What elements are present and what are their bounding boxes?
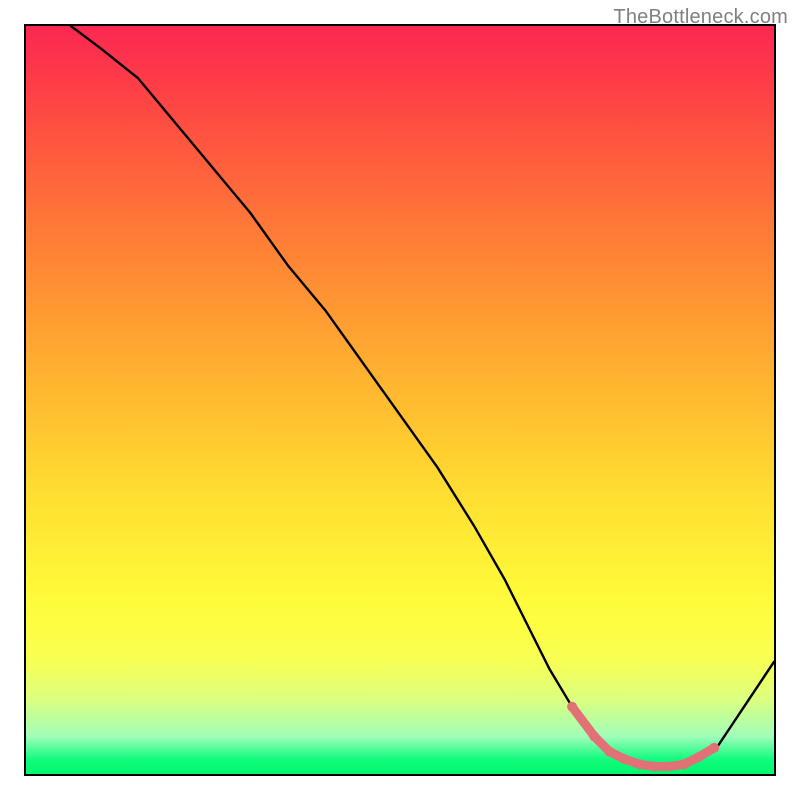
sweet-spot-dot (567, 702, 577, 712)
sweet-spot-dot (679, 759, 689, 769)
sweet-spot-dot (709, 743, 719, 753)
chart-svg (26, 26, 774, 774)
sweet-spot-dot (664, 762, 674, 772)
sweet-spot-dot (634, 759, 644, 769)
watermark: TheBottleneck.com (613, 6, 788, 29)
chart-plot-area (24, 24, 776, 776)
sweet-spot-dot (604, 747, 614, 757)
sweet-spot-dot (649, 762, 659, 772)
sweet-spot-dot (694, 752, 704, 762)
sweet-spot-dot (619, 754, 629, 764)
bottleneck-curve (71, 26, 774, 767)
sweet-spot-dot (590, 732, 600, 742)
